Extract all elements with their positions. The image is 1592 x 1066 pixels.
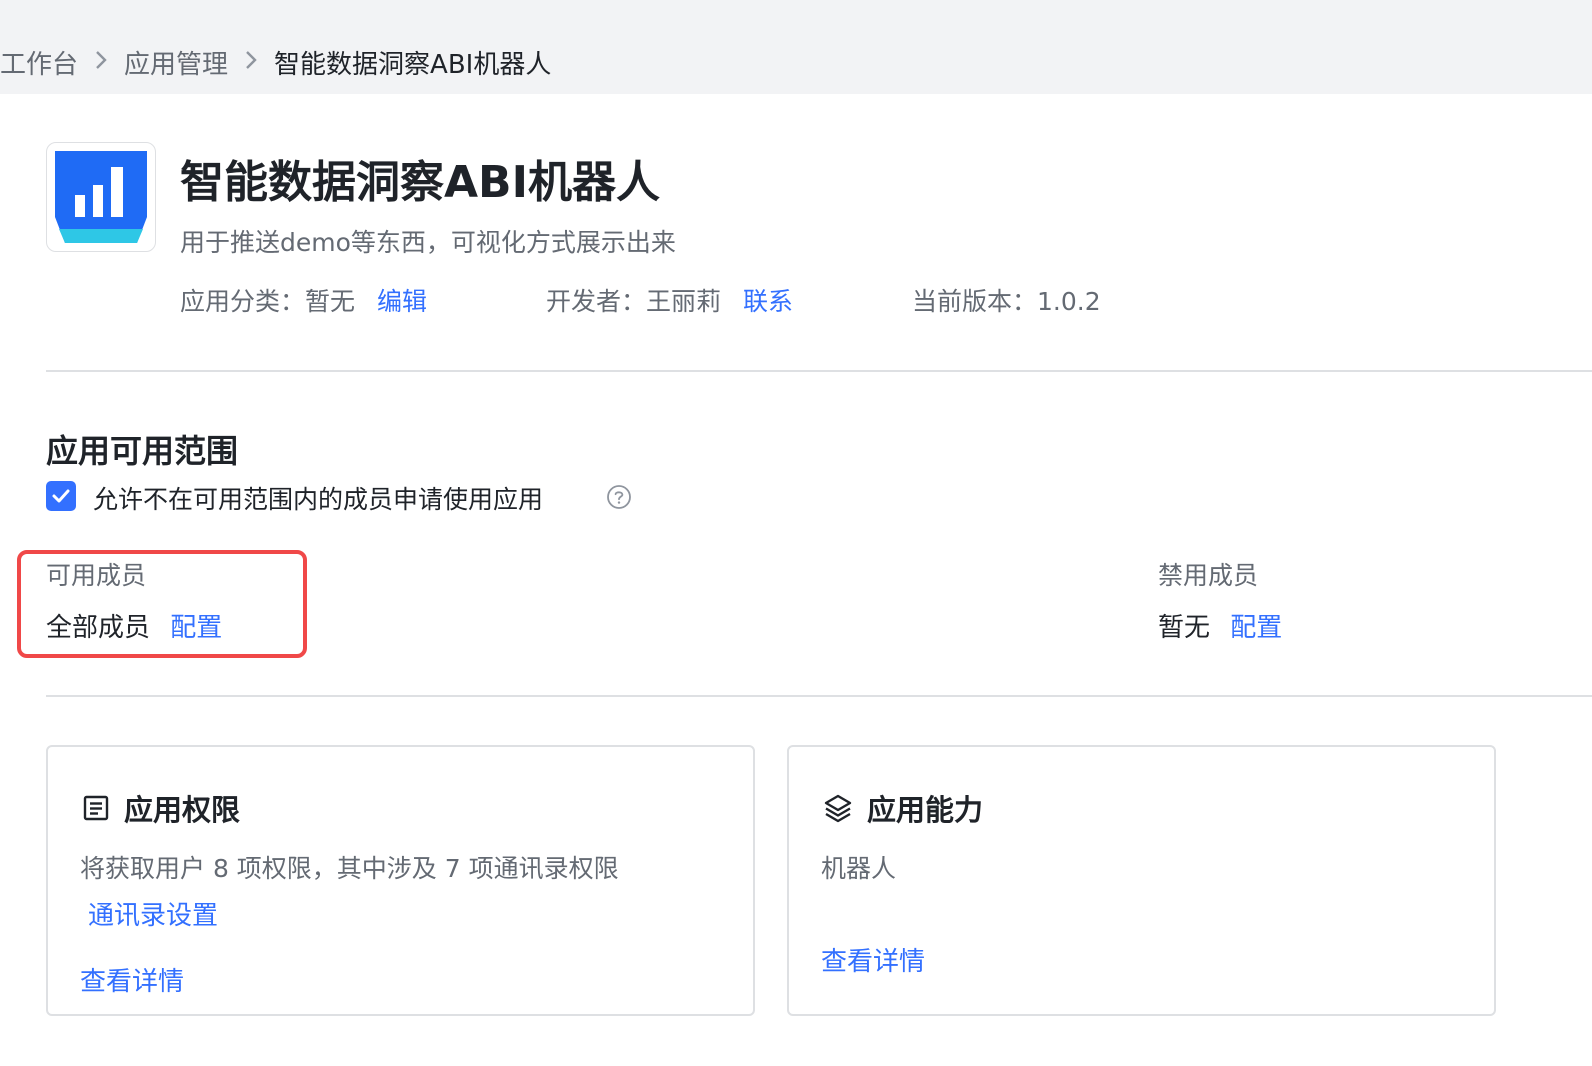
- breadcrumb: 工作台 应用管理 智能数据洞察ABI机器人: [0, 44, 551, 81]
- permissions-summary: 将获取用户 8 项权限，其中涉及 7 项通讯录权限: [80, 854, 619, 883]
- category-label: 应用分类：: [180, 287, 306, 316]
- checkmark-icon: [52, 489, 70, 503]
- contact-developer-link[interactable]: 联系: [743, 287, 793, 316]
- app-category: 应用分类：暂无 编辑: [180, 282, 427, 318]
- divider: [46, 695, 1592, 697]
- capabilities-card-title: 应用能力: [867, 793, 984, 827]
- capabilities-summary: 机器人: [821, 854, 897, 883]
- version-value: 1.0.2: [1037, 287, 1101, 316]
- app-developer: 开发者：王丽莉 联系: [546, 282, 793, 318]
- bar-chart-logo-icon: [55, 151, 147, 243]
- allow-request-label[interactable]: 允许不在可用范围内的成员申请使用应用: [93, 480, 543, 516]
- document-list-icon: [83, 795, 109, 821]
- permissions-card: 应用权限 将获取用户 8 项权限，其中涉及 7 项通讯录权限 通讯录设置 查看详…: [46, 745, 755, 1016]
- app-version: 当前版本：1.0.2: [912, 282, 1101, 318]
- blocked-members-row: 暂无 配置: [1158, 607, 1282, 644]
- edit-category-link[interactable]: 编辑: [377, 287, 427, 316]
- permissions-details-link[interactable]: 查看详情: [80, 961, 184, 998]
- capabilities-details-link[interactable]: 查看详情: [821, 941, 925, 978]
- allow-request-checkbox[interactable]: [46, 481, 76, 511]
- app-title: 智能数据洞察ABI机器人: [180, 157, 660, 208]
- contacts-settings-link[interactable]: 通讯录设置: [88, 895, 218, 932]
- layers-icon: [824, 794, 852, 823]
- breadcrumb-app-management[interactable]: 应用管理: [124, 44, 228, 81]
- blocked-members-value: 暂无: [1158, 613, 1211, 643]
- availability-section-title: 应用可用范围: [46, 432, 239, 470]
- top-bar: 工作台 应用管理 智能数据洞察ABI机器人: [0, 0, 1592, 94]
- version-label: 当前版本：: [912, 287, 1038, 316]
- highlight-box: [17, 550, 307, 658]
- permissions-card-title: 应用权限: [124, 793, 241, 827]
- chevron-right-icon: [244, 49, 258, 77]
- blocked-members-label: 禁用成员: [1158, 561, 1259, 590]
- capabilities-card: 应用能力 机器人 查看详情: [787, 745, 1496, 1016]
- category-value: 暂无: [305, 287, 356, 316]
- capabilities-card-header: 应用能力: [823, 787, 983, 829]
- configure-blocked-members-link[interactable]: 配置: [1230, 613, 1282, 643]
- breadcrumb-current: 智能数据洞察ABI机器人: [274, 50, 552, 80]
- app-description: 用于推送demo等东西，可视化方式展示出来: [180, 228, 676, 257]
- help-icon[interactable]: [606, 484, 632, 510]
- developer-value: 王丽莉: [646, 287, 722, 316]
- app-icon: [46, 142, 156, 252]
- breadcrumb-workbench[interactable]: 工作台: [0, 44, 78, 81]
- divider: [46, 370, 1592, 372]
- permissions-card-header: 应用权限: [82, 787, 240, 829]
- developer-label: 开发者：: [546, 287, 647, 316]
- chevron-right-icon: [94, 49, 108, 77]
